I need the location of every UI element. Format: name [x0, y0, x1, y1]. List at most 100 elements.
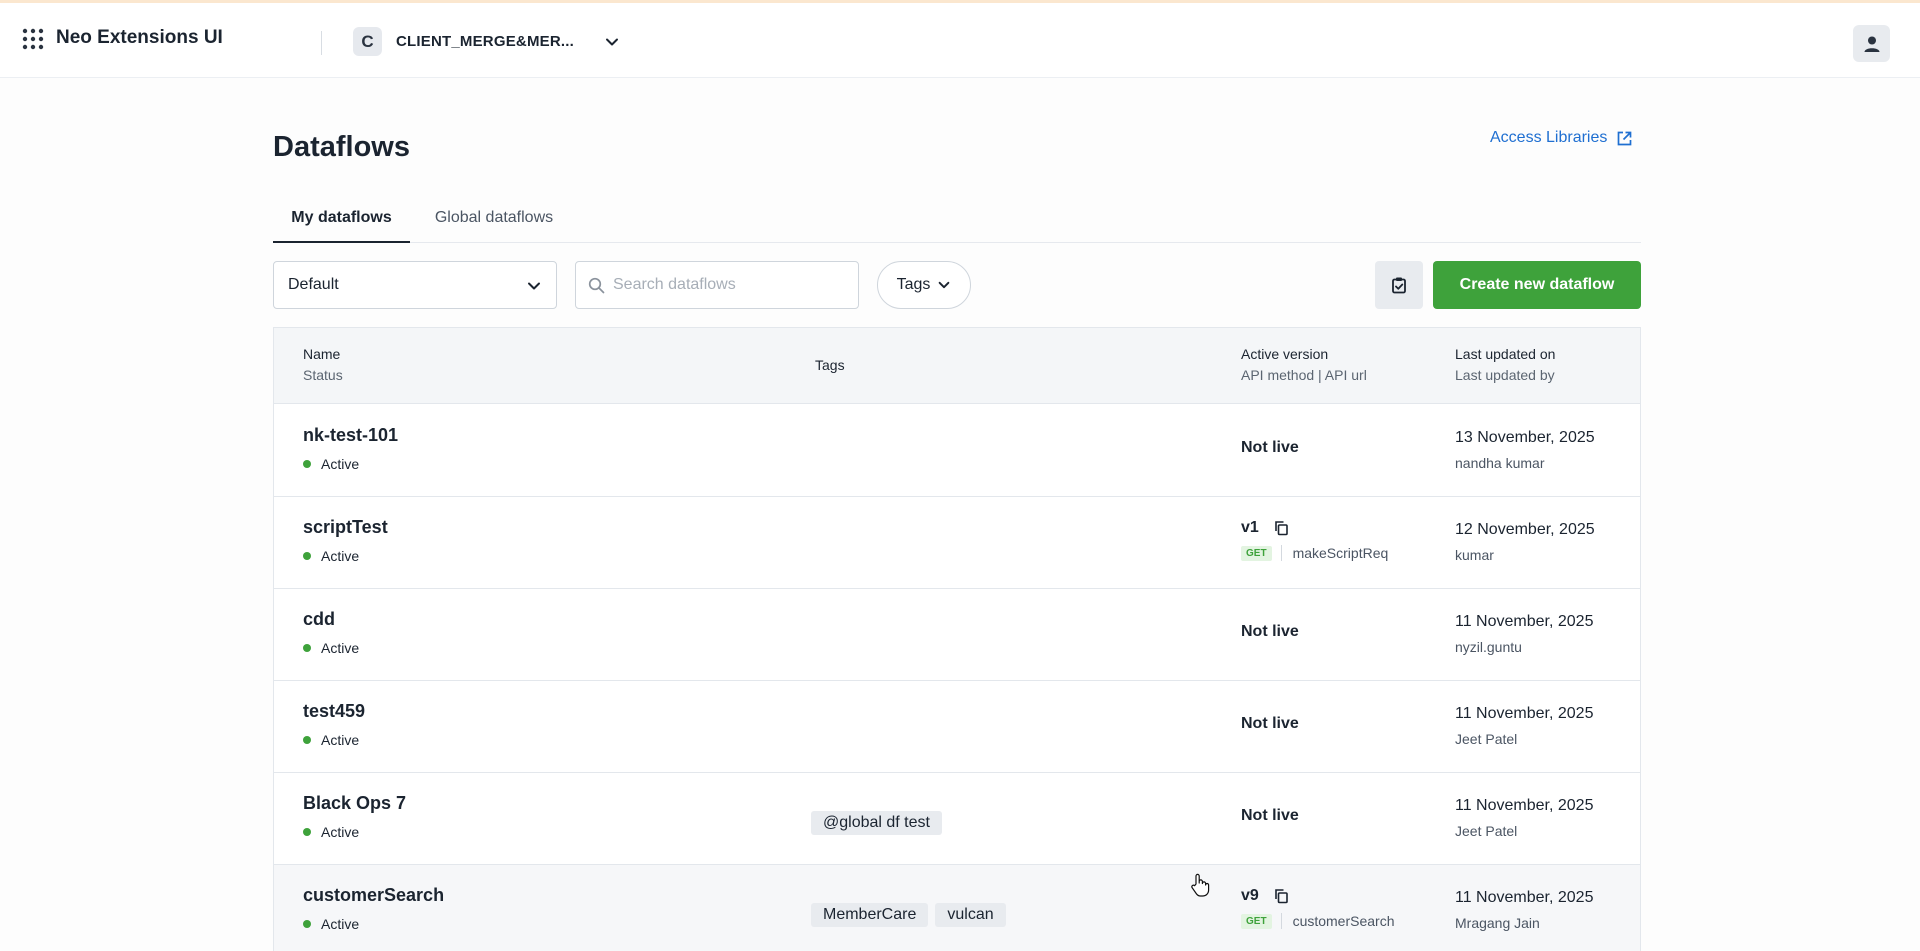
status-text: Active: [321, 732, 360, 748]
status-indicator: Active: [303, 824, 359, 840]
workspace-select-value: Default: [288, 276, 339, 293]
header-name-status: Name Status: [303, 344, 343, 386]
api-info: GET customerSearch: [1241, 913, 1395, 929]
version-label: v9: [1241, 887, 1259, 904]
search-icon: [588, 277, 605, 294]
active-version: v1: [1241, 519, 1289, 537]
select-mode-button[interactable]: [1375, 261, 1423, 309]
header-updated: Last updated on Last updated by: [1455, 344, 1555, 386]
tag-chip[interactable]: vulcan: [935, 903, 1006, 927]
user-icon: [1864, 36, 1879, 52]
app-title: Neo Extensions UI: [56, 27, 223, 48]
client-switcher[interactable]: C CLIENT_MERGE&MER...: [353, 27, 620, 56]
last-updated-by: nandha kumar: [1455, 455, 1545, 471]
table-row[interactable]: test459 Active Not live 11 November, 202…: [274, 681, 1640, 773]
user-menu-button[interactable]: [1853, 25, 1890, 62]
tag-chip[interactable]: @global df test: [811, 811, 942, 835]
last-updated-by: Jeet Patel: [1455, 731, 1518, 747]
chevron-down-icon: [939, 281, 950, 289]
header-tags: Tags: [815, 357, 845, 373]
copy-icon[interactable]: [1273, 888, 1289, 904]
status-text: Active: [321, 548, 360, 564]
api-info: GET makeScriptReq: [1241, 545, 1388, 561]
workspace-select[interactable]: Default: [273, 261, 557, 309]
tags-cell: @global df test: [811, 811, 949, 835]
status-text: Active: [321, 916, 360, 932]
last-updated-by: Jeet Patel: [1455, 823, 1518, 839]
copy-icon[interactable]: [1273, 520, 1289, 536]
last-updated-on: 11 November, 2025: [1455, 613, 1594, 630]
api-method-badge: GET: [1241, 545, 1272, 561]
top-bar: Neo Extensions UI C CLIENT_MERGE&MER...: [0, 0, 1920, 78]
status-dot: [303, 552, 311, 560]
status-text: Active: [321, 640, 360, 656]
search-box: [575, 261, 859, 309]
header-version: Active version: [1241, 346, 1329, 362]
dataflow-name[interactable]: test459: [303, 701, 365, 722]
header-name: Name: [303, 346, 341, 362]
chevron-down-icon: [605, 38, 618, 45]
dataflow-name[interactable]: cdd: [303, 609, 335, 630]
api-separator: [1280, 545, 1282, 561]
hand-pointer-cursor-icon: [1191, 873, 1210, 897]
apps-grid-icon[interactable]: [22, 28, 44, 50]
access-libraries-link[interactable]: Access Libraries: [1490, 129, 1633, 147]
client-avatar: C: [353, 27, 382, 56]
last-updated-on: 11 November, 2025: [1455, 889, 1594, 906]
tags-cell: MemberCare vulcan: [811, 903, 1013, 927]
version-not-live: Not live: [1241, 715, 1299, 732]
status-text: Active: [321, 456, 360, 472]
header-api: API method | API url: [1241, 367, 1367, 383]
status-indicator: Active: [303, 640, 359, 656]
status-indicator: Active: [303, 548, 359, 564]
status-indicator: Active: [303, 456, 359, 472]
tags-filter-label: Tags: [896, 276, 931, 293]
divider: [321, 31, 322, 55]
version-not-live: Not live: [1241, 623, 1299, 640]
tags-filter-button[interactable]: Tags: [877, 261, 971, 309]
api-method-badge: GET: [1241, 913, 1272, 929]
last-updated-by: nyzil.guntu: [1455, 639, 1522, 655]
tag-chip[interactable]: MemberCare: [811, 903, 929, 927]
api-url: makeScriptReq: [1292, 545, 1389, 561]
tab-global-dataflows[interactable]: Global dataflows: [429, 205, 559, 243]
status-dot: [303, 460, 311, 468]
status-dot: [303, 828, 311, 836]
dataflow-name[interactable]: scriptTest: [303, 517, 388, 538]
status-dot: [303, 920, 311, 928]
tab-my-dataflows[interactable]: My dataflows: [273, 205, 410, 243]
header-updated-by: Last updated by: [1455, 367, 1555, 383]
last-updated-on: 11 November, 2025: [1455, 797, 1594, 814]
version-not-live: Not live: [1241, 439, 1299, 456]
last-updated-on: 11 November, 2025: [1455, 705, 1594, 722]
api-url: customerSearch: [1292, 913, 1395, 929]
external-link-icon: [1618, 131, 1632, 145]
header-updated-on: Last updated on: [1455, 346, 1556, 362]
table-row[interactable]: cdd Active Not live 11 November, 2025 ny…: [274, 589, 1640, 681]
last-updated-on: 12 November, 2025: [1455, 521, 1595, 538]
header-version-api: Active version API method | API url: [1241, 344, 1367, 386]
header-status: Status: [303, 367, 343, 383]
table-row[interactable]: Black Ops 7 Active @global df test Not l…: [274, 773, 1640, 865]
status-dot: [303, 736, 311, 744]
dataflow-name[interactable]: nk-test-101: [303, 425, 398, 446]
table-row[interactable]: customerSearch Active MemberCare vulcan …: [274, 865, 1640, 951]
chevron-down-icon: [528, 282, 540, 290]
dataflows-table: Name Status Tags Active version API meth…: [273, 327, 1641, 951]
create-dataflow-button[interactable]: Create new dataflow: [1433, 261, 1641, 309]
status-dot: [303, 644, 311, 652]
dataflow-name[interactable]: Black Ops 7: [303, 793, 406, 814]
client-name: CLIENT_MERGE&MER...: [396, 33, 574, 50]
table-row[interactable]: nk-test-101 Active Not live 13 November,…: [274, 405, 1640, 497]
status-text: Active: [321, 824, 360, 840]
last-updated-by: Mragang Jain: [1455, 915, 1540, 931]
last-updated-on: 13 November, 2025: [1455, 429, 1595, 446]
clipboard-check-icon: [1392, 277, 1406, 294]
api-separator: [1280, 913, 1282, 929]
dataflow-name[interactable]: customerSearch: [303, 885, 444, 906]
version-label: v1: [1241, 519, 1259, 536]
search-input[interactable]: [613, 263, 853, 307]
table-row[interactable]: scriptTest Active v1 GET makeScriptReq 1…: [274, 497, 1640, 589]
status-indicator: Active: [303, 732, 359, 748]
page-title: Dataflows: [273, 131, 410, 163]
